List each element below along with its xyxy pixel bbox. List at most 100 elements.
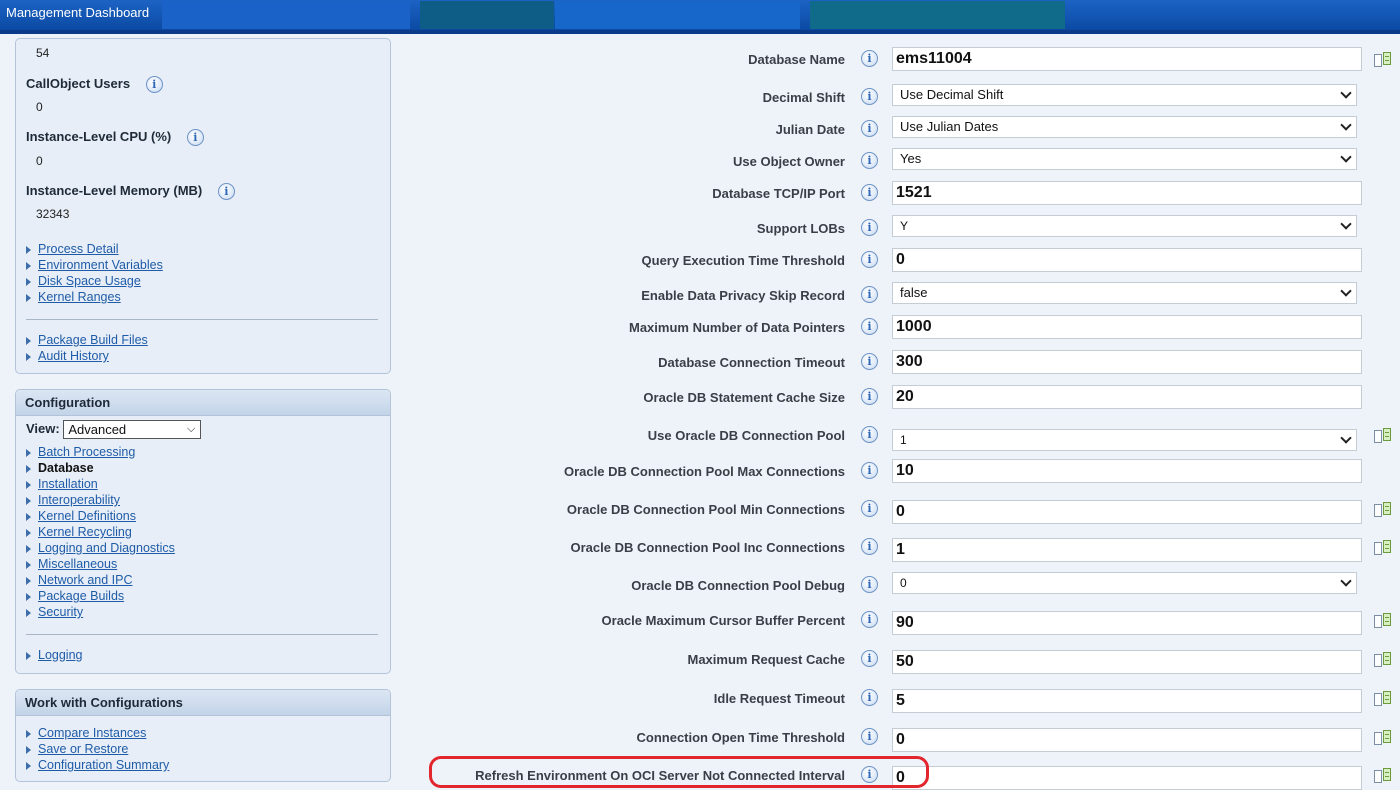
chevron-down-icon xyxy=(1340,575,1352,587)
chevron-down-icon xyxy=(1340,87,1352,99)
info-icon[interactable]: i xyxy=(861,500,878,517)
link-kernel-ranges[interactable]: Kernel Ranges xyxy=(26,289,163,305)
info-icon[interactable]: i xyxy=(861,650,878,667)
stat-value-memory: 32343 xyxy=(36,207,70,221)
copy-compare-icon[interactable] xyxy=(1373,502,1393,518)
copy-compare-icon[interactable] xyxy=(1373,730,1393,746)
info-icon[interactable]: i xyxy=(861,576,878,593)
field-label: Decimal Shift xyxy=(762,89,845,105)
info-icon[interactable]: i xyxy=(861,50,878,67)
form-row: Database Name i ems11004 xyxy=(400,44,1400,74)
config-item-interoperability[interactable]: Interoperability xyxy=(26,492,175,508)
config-item-database[interactable]: Database xyxy=(26,460,175,476)
triangle-icon xyxy=(26,245,31,254)
text-input[interactable]: ems11004 xyxy=(892,47,1362,71)
select-field[interactable]: Use Julian Dates xyxy=(892,116,1357,138)
info-icon[interactable]: i xyxy=(861,88,878,105)
config-item-security[interactable]: Security xyxy=(26,604,175,620)
info-icon[interactable]: i xyxy=(145,76,163,94)
form-row: Enable Data Privacy Skip Record i false xyxy=(400,280,1400,310)
chevron-down-icon xyxy=(1340,432,1352,444)
info-icon[interactable]: i xyxy=(861,689,878,706)
text-input[interactable]: 1 xyxy=(892,538,1362,562)
select-field[interactable]: 1 xyxy=(892,429,1357,451)
link-environment-variables[interactable]: Environment Variables xyxy=(26,257,163,273)
config-item-kernel-recycling[interactable]: Kernel Recycling xyxy=(26,524,175,540)
form-row: Idle Request Timeout i 5 xyxy=(400,683,1400,713)
form-row: Maximum Number of Data Pointers i 1000 xyxy=(400,312,1400,342)
link-disk-space-usage[interactable]: Disk Space Usage xyxy=(26,273,163,289)
info-icon[interactable]: i xyxy=(861,462,878,479)
info-icon[interactable]: i xyxy=(861,426,878,443)
select-field[interactable]: 0 xyxy=(892,572,1357,594)
config-item-miscellaneous[interactable]: Miscellaneous xyxy=(26,556,175,572)
chevron-down-icon xyxy=(1340,218,1352,230)
view-select[interactable]: Advanced ⌵ xyxy=(63,420,202,439)
text-input[interactable]: 10 xyxy=(892,459,1362,483)
info-icon[interactable]: i xyxy=(861,611,878,628)
copy-compare-icon[interactable] xyxy=(1373,652,1393,668)
text-input[interactable]: 0 xyxy=(892,728,1362,752)
stat-value: 54 xyxy=(36,46,50,60)
info-icon[interactable]: i xyxy=(861,120,878,137)
stat-label-cpu: Instance-Level CPU (%) i xyxy=(26,129,204,147)
config-item-package-builds[interactable]: Package Builds xyxy=(26,588,175,604)
select-value: Use Decimal Shift xyxy=(900,87,1004,102)
config-item-logging[interactable]: Logging xyxy=(26,647,83,663)
select-field[interactable]: false xyxy=(892,282,1357,304)
config-item-batch-processing[interactable]: Batch Processing xyxy=(26,444,175,460)
package-links: Package Build Files Audit History xyxy=(26,332,148,364)
config-item-logging-diagnostics[interactable]: Logging and Diagnostics xyxy=(26,540,175,556)
triangle-icon xyxy=(26,576,31,585)
link-compare-instances[interactable]: Compare Instances xyxy=(26,725,169,741)
info-icon[interactable]: i xyxy=(861,152,878,169)
text-input[interactable]: 50 xyxy=(892,650,1362,674)
form-row: Decimal Shift i Use Decimal Shift xyxy=(400,82,1400,112)
link-save-or-restore[interactable]: Save or Restore xyxy=(26,741,169,757)
info-icon[interactable]: i xyxy=(861,728,878,745)
copy-compare-icon[interactable] xyxy=(1373,691,1393,707)
form-row: Oracle DB Connection Pool Max Connection… xyxy=(400,456,1400,486)
info-icon[interactable]: i xyxy=(861,318,878,335)
select-field[interactable]: Use Decimal Shift xyxy=(892,84,1357,106)
instance-stats-panel: 54 CallObject Users i 0 Instance-Level C… xyxy=(15,38,391,374)
copy-compare-icon[interactable] xyxy=(1373,428,1393,444)
text-input[interactable]: 1000 xyxy=(892,315,1362,339)
form-row: Maximum Request Cache i 50 xyxy=(400,644,1400,674)
text-input[interactable]: 5 xyxy=(892,689,1362,713)
field-label: Query Execution Time Threshold xyxy=(641,252,845,268)
link-audit-history[interactable]: Audit History xyxy=(26,348,148,364)
triangle-icon xyxy=(26,277,31,286)
info-icon[interactable]: i xyxy=(861,388,878,405)
info-icon[interactable]: i xyxy=(861,219,878,236)
text-input[interactable]: 20 xyxy=(892,385,1362,409)
text-input[interactable]: 0 xyxy=(892,248,1362,272)
copy-compare-icon[interactable] xyxy=(1373,540,1393,556)
select-field[interactable]: Yes xyxy=(892,148,1357,170)
select-field[interactable]: Y xyxy=(892,215,1357,237)
text-input[interactable]: 0 xyxy=(892,766,1362,790)
info-icon[interactable]: i xyxy=(861,353,878,370)
link-package-build-files[interactable]: Package Build Files xyxy=(26,332,148,348)
config-item-kernel-definitions[interactable]: Kernel Definitions xyxy=(26,508,175,524)
copy-compare-icon[interactable] xyxy=(1373,613,1393,629)
text-input[interactable]: 90 xyxy=(892,611,1362,635)
triangle-icon xyxy=(26,592,31,601)
info-icon[interactable]: i xyxy=(861,184,878,201)
config-item-installation[interactable]: Installation xyxy=(26,476,175,492)
config-item-network-ipc[interactable]: Network and IPC xyxy=(26,572,175,588)
text-input[interactable]: 300 xyxy=(892,350,1362,374)
text-input[interactable]: 1521 xyxy=(892,181,1362,205)
info-icon[interactable]: i xyxy=(186,129,204,147)
triangle-icon xyxy=(26,729,31,738)
link-process-detail[interactable]: Process Detail xyxy=(26,241,163,257)
info-icon[interactable]: i xyxy=(861,286,878,303)
text-input[interactable]: 0 xyxy=(892,500,1362,524)
link-configuration-summary[interactable]: Configuration Summary xyxy=(26,757,169,773)
info-icon[interactable]: i xyxy=(861,251,878,268)
field-label: Database Connection Timeout xyxy=(658,354,845,370)
copy-compare-icon[interactable] xyxy=(1373,52,1393,68)
info-icon[interactable]: i xyxy=(861,538,878,555)
info-icon[interactable]: i xyxy=(217,183,235,201)
copy-compare-icon[interactable] xyxy=(1373,768,1393,784)
